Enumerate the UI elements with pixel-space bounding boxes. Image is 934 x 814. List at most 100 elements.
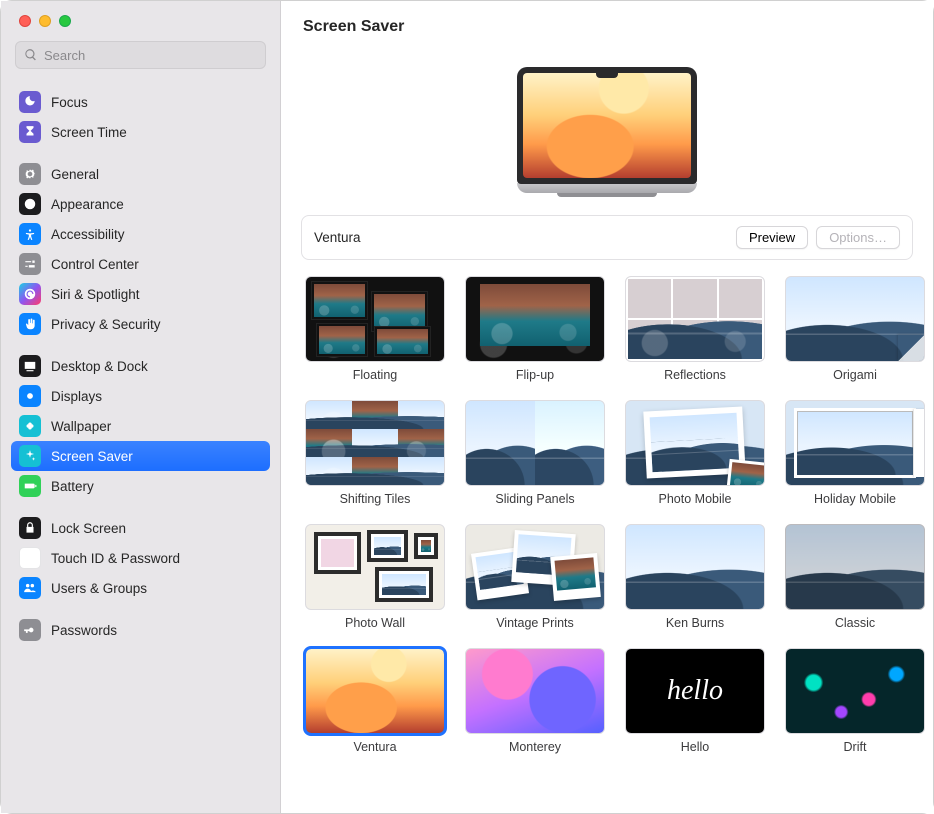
options-button[interactable]: Options… xyxy=(816,226,900,249)
saver-label: Sliding Panels xyxy=(495,492,574,506)
saver-label: Vintage Prints xyxy=(496,616,574,630)
sidebar-item-screentime[interactable]: Screen Time xyxy=(11,117,270,147)
minimize-button[interactable] xyxy=(39,15,51,27)
titlebar: Screen Saver xyxy=(281,1,933,53)
screensaver-grid: FloatingFlip-upReflectionsOrigamiShiftin… xyxy=(301,260,913,754)
search-input[interactable] xyxy=(44,48,257,63)
saver-tile-ventura[interactable]: Ventura xyxy=(305,648,445,754)
sidebar: Focus Screen Time General Appearance Accessi… xyxy=(1,1,281,813)
sidebar-item-appearance[interactable]: Appearance xyxy=(11,189,270,219)
saver-label: Shifting Tiles xyxy=(340,492,411,506)
users-icon xyxy=(19,577,41,599)
saver-thumbnail xyxy=(625,400,765,486)
search-field[interactable] xyxy=(15,41,266,69)
saver-label: Holiday Mobile xyxy=(814,492,896,506)
sidebar-item-label: Focus xyxy=(51,95,88,110)
sidebar-item-accessibility[interactable]: Accessibility xyxy=(11,219,270,249)
accessibility-icon xyxy=(19,223,41,245)
sidebar-item-general[interactable]: General xyxy=(11,159,270,189)
maximize-button[interactable] xyxy=(59,15,71,27)
saver-tile-flipup[interactable]: Flip-up xyxy=(465,276,605,382)
saver-label: Ken Burns xyxy=(666,616,724,630)
controlcenter-icon xyxy=(19,253,41,275)
sidebar-item-label: Siri & Spotlight xyxy=(51,287,140,302)
sidebar-item-label: Control Center xyxy=(51,257,139,272)
saver-thumbnail xyxy=(465,648,605,734)
displays-icon xyxy=(19,385,41,407)
screensaver-icon xyxy=(19,445,41,467)
wallpaper-icon xyxy=(19,415,41,437)
sidebar-item-wallpaper[interactable]: Wallpaper xyxy=(11,411,270,441)
privacy-icon xyxy=(19,313,41,335)
saver-label: Photo Mobile xyxy=(659,492,732,506)
sidebar-item-users[interactable]: Users & Groups xyxy=(11,573,270,603)
focus-icon xyxy=(19,91,41,113)
sidebar-item-focus[interactable]: Focus xyxy=(11,87,270,117)
saver-thumbnail: hello xyxy=(625,648,765,734)
saver-tile-photowall[interactable]: Photo Wall xyxy=(305,524,445,630)
sidebar-item-screensaver[interactable]: Screen Saver xyxy=(11,441,270,471)
saver-thumbnail xyxy=(305,400,445,486)
close-button[interactable] xyxy=(19,15,31,27)
saver-thumbnail xyxy=(305,276,445,362)
sidebar-item-controlcenter[interactable]: Control Center xyxy=(11,249,270,279)
sidebar-item-label: Accessibility xyxy=(51,227,125,242)
general-icon xyxy=(19,163,41,185)
saver-tile-drift[interactable]: Drift xyxy=(785,648,925,754)
screentime-icon xyxy=(19,121,41,143)
preview-button[interactable]: Preview xyxy=(736,226,808,249)
saver-thumbnail xyxy=(465,400,605,486)
saver-tile-slidingpanels[interactable]: Sliding Panels xyxy=(465,400,605,506)
sidebar-item-siri[interactable]: Siri & Spotlight xyxy=(11,279,270,309)
saver-tile-classic[interactable]: Classic xyxy=(785,524,925,630)
sidebar-item-label: Screen Time xyxy=(51,125,127,140)
saver-thumbnail xyxy=(625,276,765,362)
saver-label: Reflections xyxy=(664,368,726,382)
system-settings-window: Focus Screen Time General Appearance Accessi… xyxy=(1,1,933,813)
sidebar-item-desktop[interactable]: Desktop & Dock xyxy=(11,351,270,381)
saver-thumbnail xyxy=(305,648,445,734)
saver-tile-photomobile[interactable]: Photo Mobile xyxy=(625,400,765,506)
sidebar-item-battery[interactable]: Battery xyxy=(11,471,270,501)
saver-tile-vintageprints[interactable]: Vintage Prints xyxy=(465,524,605,630)
saver-tile-holidaymobile[interactable]: Holiday Mobile xyxy=(785,400,925,506)
battery-icon xyxy=(19,475,41,497)
appearance-icon xyxy=(19,193,41,215)
saver-tile-origami[interactable]: Origami xyxy=(785,276,925,382)
sidebar-item-label: Touch ID & Password xyxy=(51,551,180,566)
saver-label: Monterey xyxy=(509,740,561,754)
window-controls xyxy=(1,1,280,35)
saver-tile-floating[interactable]: Floating xyxy=(305,276,445,382)
sidebar-item-label: Screen Saver xyxy=(51,449,133,464)
saver-tile-kenburns[interactable]: Ken Burns xyxy=(625,524,765,630)
saver-tile-monterey[interactable]: Monterey xyxy=(465,648,605,754)
sidebar-item-passwords[interactable]: Passwords xyxy=(11,615,270,645)
current-saver-name: Ventura xyxy=(314,230,361,245)
saver-tile-reflections[interactable]: Reflections xyxy=(625,276,765,382)
saver-tile-hello[interactable]: hello Hello xyxy=(625,648,765,754)
saver-thumbnail xyxy=(785,524,925,610)
siri-icon xyxy=(19,283,41,305)
saver-thumbnail xyxy=(785,648,925,734)
sidebar-item-privacy[interactable]: Privacy & Security xyxy=(11,309,270,339)
saver-label: Classic xyxy=(835,616,875,630)
sidebar-item-displays[interactable]: Displays xyxy=(11,381,270,411)
saver-label: Ventura xyxy=(353,740,396,754)
saver-thumbnail xyxy=(625,524,765,610)
search-icon xyxy=(24,48,38,62)
page-title: Screen Saver xyxy=(303,18,404,36)
saver-thumbnail xyxy=(465,276,605,362)
laptop-preview xyxy=(517,67,697,197)
saver-label: Drift xyxy=(844,740,867,754)
sidebar-item-touchid[interactable]: Touch ID & Password xyxy=(11,543,270,573)
saver-tile-shiftingtiles[interactable]: Shifting Tiles xyxy=(305,400,445,506)
sidebar-item-lockscreen[interactable]: Lock Screen xyxy=(11,513,270,543)
sidebar-list[interactable]: Focus Screen Time General Appearance Accessi… xyxy=(1,79,280,813)
sidebar-item-label: Privacy & Security xyxy=(51,317,161,332)
saver-label: Hello xyxy=(681,740,710,754)
saver-thumbnail xyxy=(305,524,445,610)
sidebar-item-label: Appearance xyxy=(51,197,124,212)
content-scroll[interactable]: Ventura Preview Options… FloatingFlip-up… xyxy=(281,53,933,813)
current-saver-panel: Ventura Preview Options… xyxy=(301,215,913,260)
sidebar-item-label: Users & Groups xyxy=(51,581,147,596)
